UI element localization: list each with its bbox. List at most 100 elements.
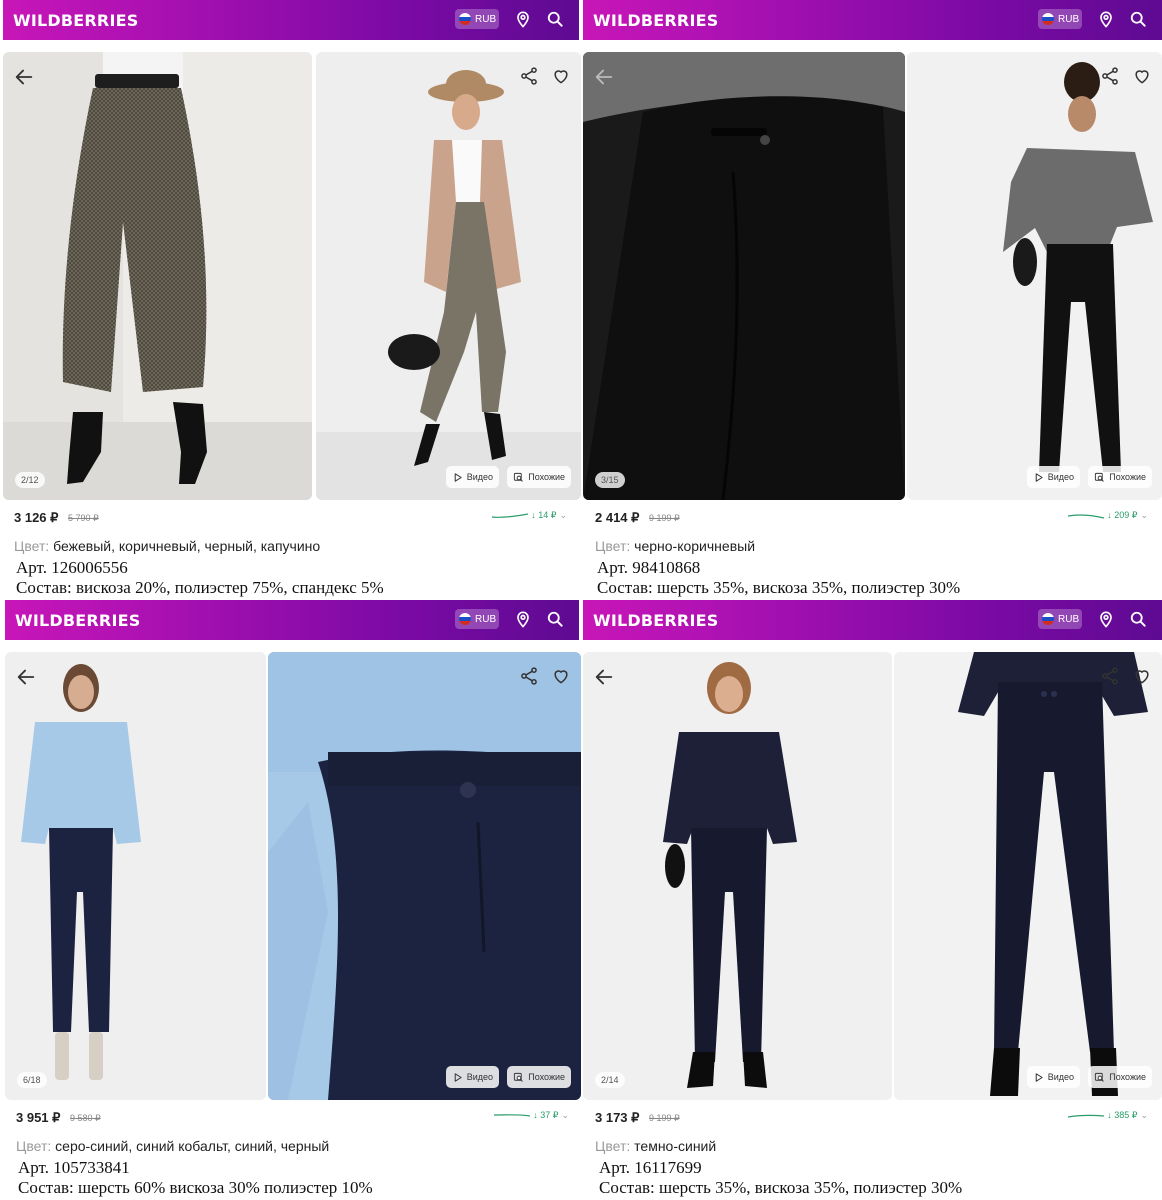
search-icon[interactable]	[1128, 9, 1148, 29]
currency-selector[interactable]: RUB	[455, 609, 499, 629]
share-icon[interactable]	[1100, 66, 1120, 86]
similar-button[interactable]: Похожие	[1088, 1066, 1152, 1088]
color-value: темно-синий	[634, 1138, 717, 1154]
image-counter: 3/15	[595, 472, 625, 488]
color-info: Цвет: темно-синий	[595, 1138, 716, 1154]
color-label: Цвет:	[16, 1138, 52, 1154]
product-card: WILDBERRIES RUB 2/12 Видео Похожие 3 126…	[0, 0, 581, 600]
heart-icon[interactable]	[1132, 666, 1152, 686]
composition: Состав: шерсть 35%, вискоза 35%, полиэст…	[597, 578, 961, 597]
image-counter: 2/14	[595, 1072, 625, 1088]
product-photo[interactable]: 2/14	[583, 652, 892, 1100]
price-trend-line	[1068, 1114, 1105, 1118]
current-price: 3 951 ₽	[16, 1110, 61, 1125]
back-arrow-icon[interactable]	[593, 666, 615, 688]
blue-trousers-closeup-photo	[268, 652, 581, 1100]
product-photo[interactable]: 3/15	[583, 52, 905, 500]
price-row: 2 414 ₽ 9 199 ₽ ↓ 209 ₽ ⌄	[595, 508, 1148, 526]
app-header: WILDBERRIES RUB	[3, 0, 579, 40]
app-header: WILDBERRIES RUB	[5, 600, 579, 640]
wildberries-logo[interactable]: WILDBERRIES	[15, 611, 140, 630]
currency-label: RUB	[1058, 613, 1080, 625]
product-photo[interactable]: Видео Похожие	[268, 652, 581, 1100]
old-price: 9 199 ₽	[649, 513, 680, 523]
product-photo[interactable]: Видео Похожие	[894, 652, 1162, 1100]
video-button[interactable]: Видео	[1026, 1066, 1080, 1088]
russia-flag-icon	[1042, 613, 1054, 625]
price-change: ↓ 14 ₽	[531, 510, 557, 520]
app-header: WILDBERRIES RUB	[583, 0, 1162, 40]
price-history[interactable]: ↓ 14 ₽ ⌄	[492, 510, 567, 521]
current-price: 3 126 ₽	[14, 510, 59, 525]
image-counter: 6/18	[17, 1072, 47, 1088]
price-change: ↓ 385 ₽	[1107, 1110, 1138, 1120]
checked-trousers-photo	[3, 52, 312, 500]
current-price: 2 414 ₽	[595, 510, 640, 525]
chevron-down-icon: ⌄	[559, 510, 567, 520]
color-value: серо-синий, синий кобальт, синий, черный	[55, 1138, 330, 1154]
video-label: Видео	[466, 472, 493, 482]
location-pin-icon[interactable]	[513, 9, 533, 29]
article-number: Арт. 126006556	[16, 558, 128, 577]
product-photo[interactable]: Видео Похожие	[316, 52, 581, 500]
wildberries-logo[interactable]: WILDBERRIES	[13, 11, 138, 30]
price-trend-line	[492, 512, 529, 518]
wildberries-logo[interactable]: WILDBERRIES	[593, 11, 718, 30]
location-pin-icon[interactable]	[513, 609, 533, 629]
similar-label: Похожие	[528, 472, 565, 482]
location-pin-icon[interactable]	[1096, 609, 1116, 629]
search-icon[interactable]	[545, 609, 565, 629]
heart-icon[interactable]	[551, 666, 571, 686]
price-history[interactable]: ↓ 385 ₽ ⌄	[1068, 1110, 1148, 1121]
similar-icon	[1094, 472, 1105, 483]
wildberries-logo[interactable]: WILDBERRIES	[593, 611, 718, 630]
similar-button[interactable]: Похожие	[1088, 466, 1152, 488]
product-photo[interactable]: 6/18	[5, 652, 266, 1100]
similar-icon	[1094, 1072, 1105, 1083]
color-info: Цвет: бежевый, коричневый, черный, капуч…	[14, 538, 320, 554]
chevron-down-icon: ⌄	[1140, 1110, 1148, 1120]
heart-icon[interactable]	[551, 66, 571, 86]
similar-button[interactable]: Похожие	[507, 466, 571, 488]
article-number: Арт. 16117699	[599, 1158, 702, 1177]
currency-selector[interactable]: RUB	[1038, 609, 1082, 629]
old-price: 9 580 ₽	[70, 1113, 101, 1123]
back-arrow-icon[interactable]	[15, 666, 37, 688]
back-arrow-icon[interactable]	[13, 66, 35, 88]
price-row: 3 126 ₽ 5 790 ₽ ↓ 14 ₽ ⌄	[14, 508, 567, 526]
composition: Состав: вискоза 20%, полиэстер 75%, спан…	[16, 578, 384, 597]
heart-icon[interactable]	[1132, 66, 1152, 86]
search-icon[interactable]	[1128, 609, 1148, 629]
share-icon[interactable]	[1100, 666, 1120, 686]
price-row: 3 951 ₽ 9 580 ₽ ↓ 37 ₽ ⌄	[16, 1108, 569, 1126]
model-photo	[583, 652, 892, 1100]
app-header: WILDBERRIES RUB	[583, 600, 1162, 640]
search-icon[interactable]	[545, 9, 565, 29]
black-trousers-closeup-photo	[583, 52, 905, 500]
russia-flag-icon	[459, 13, 471, 25]
play-icon	[1033, 1072, 1044, 1083]
product-photo[interactable]: 2/12	[3, 52, 312, 500]
video-button[interactable]: Видео	[445, 1066, 499, 1088]
price-change: ↓ 37 ₽	[533, 1110, 559, 1120]
back-arrow-icon[interactable]	[593, 66, 615, 88]
product-photo[interactable]: Видео Похожие	[907, 52, 1162, 500]
video-button[interactable]: Видео	[1026, 466, 1080, 488]
video-label: Видео	[1047, 1072, 1074, 1082]
color-label: Цвет:	[595, 1138, 631, 1154]
video-button[interactable]: Видео	[445, 466, 499, 488]
price-history[interactable]: ↓ 209 ₽ ⌄	[1068, 510, 1148, 521]
chevron-down-icon: ⌄	[1140, 510, 1148, 520]
color-info: Цвет: серо-синий, синий кобальт, синий, …	[16, 1138, 329, 1154]
share-icon[interactable]	[519, 666, 539, 686]
location-pin-icon[interactable]	[1096, 9, 1116, 29]
currency-selector[interactable]: RUB	[1038, 9, 1082, 29]
similar-label: Похожие	[528, 1072, 565, 1082]
share-icon[interactable]	[519, 66, 539, 86]
price-history[interactable]: ↓ 37 ₽ ⌄	[494, 1110, 569, 1121]
similar-button[interactable]: Похожие	[507, 1066, 571, 1088]
currency-selector[interactable]: RUB	[455, 9, 499, 29]
russia-flag-icon	[1042, 13, 1054, 25]
play-icon	[1033, 472, 1044, 483]
composition: Состав: шерсть 60% вискоза 30% полиэстер…	[18, 1178, 373, 1197]
